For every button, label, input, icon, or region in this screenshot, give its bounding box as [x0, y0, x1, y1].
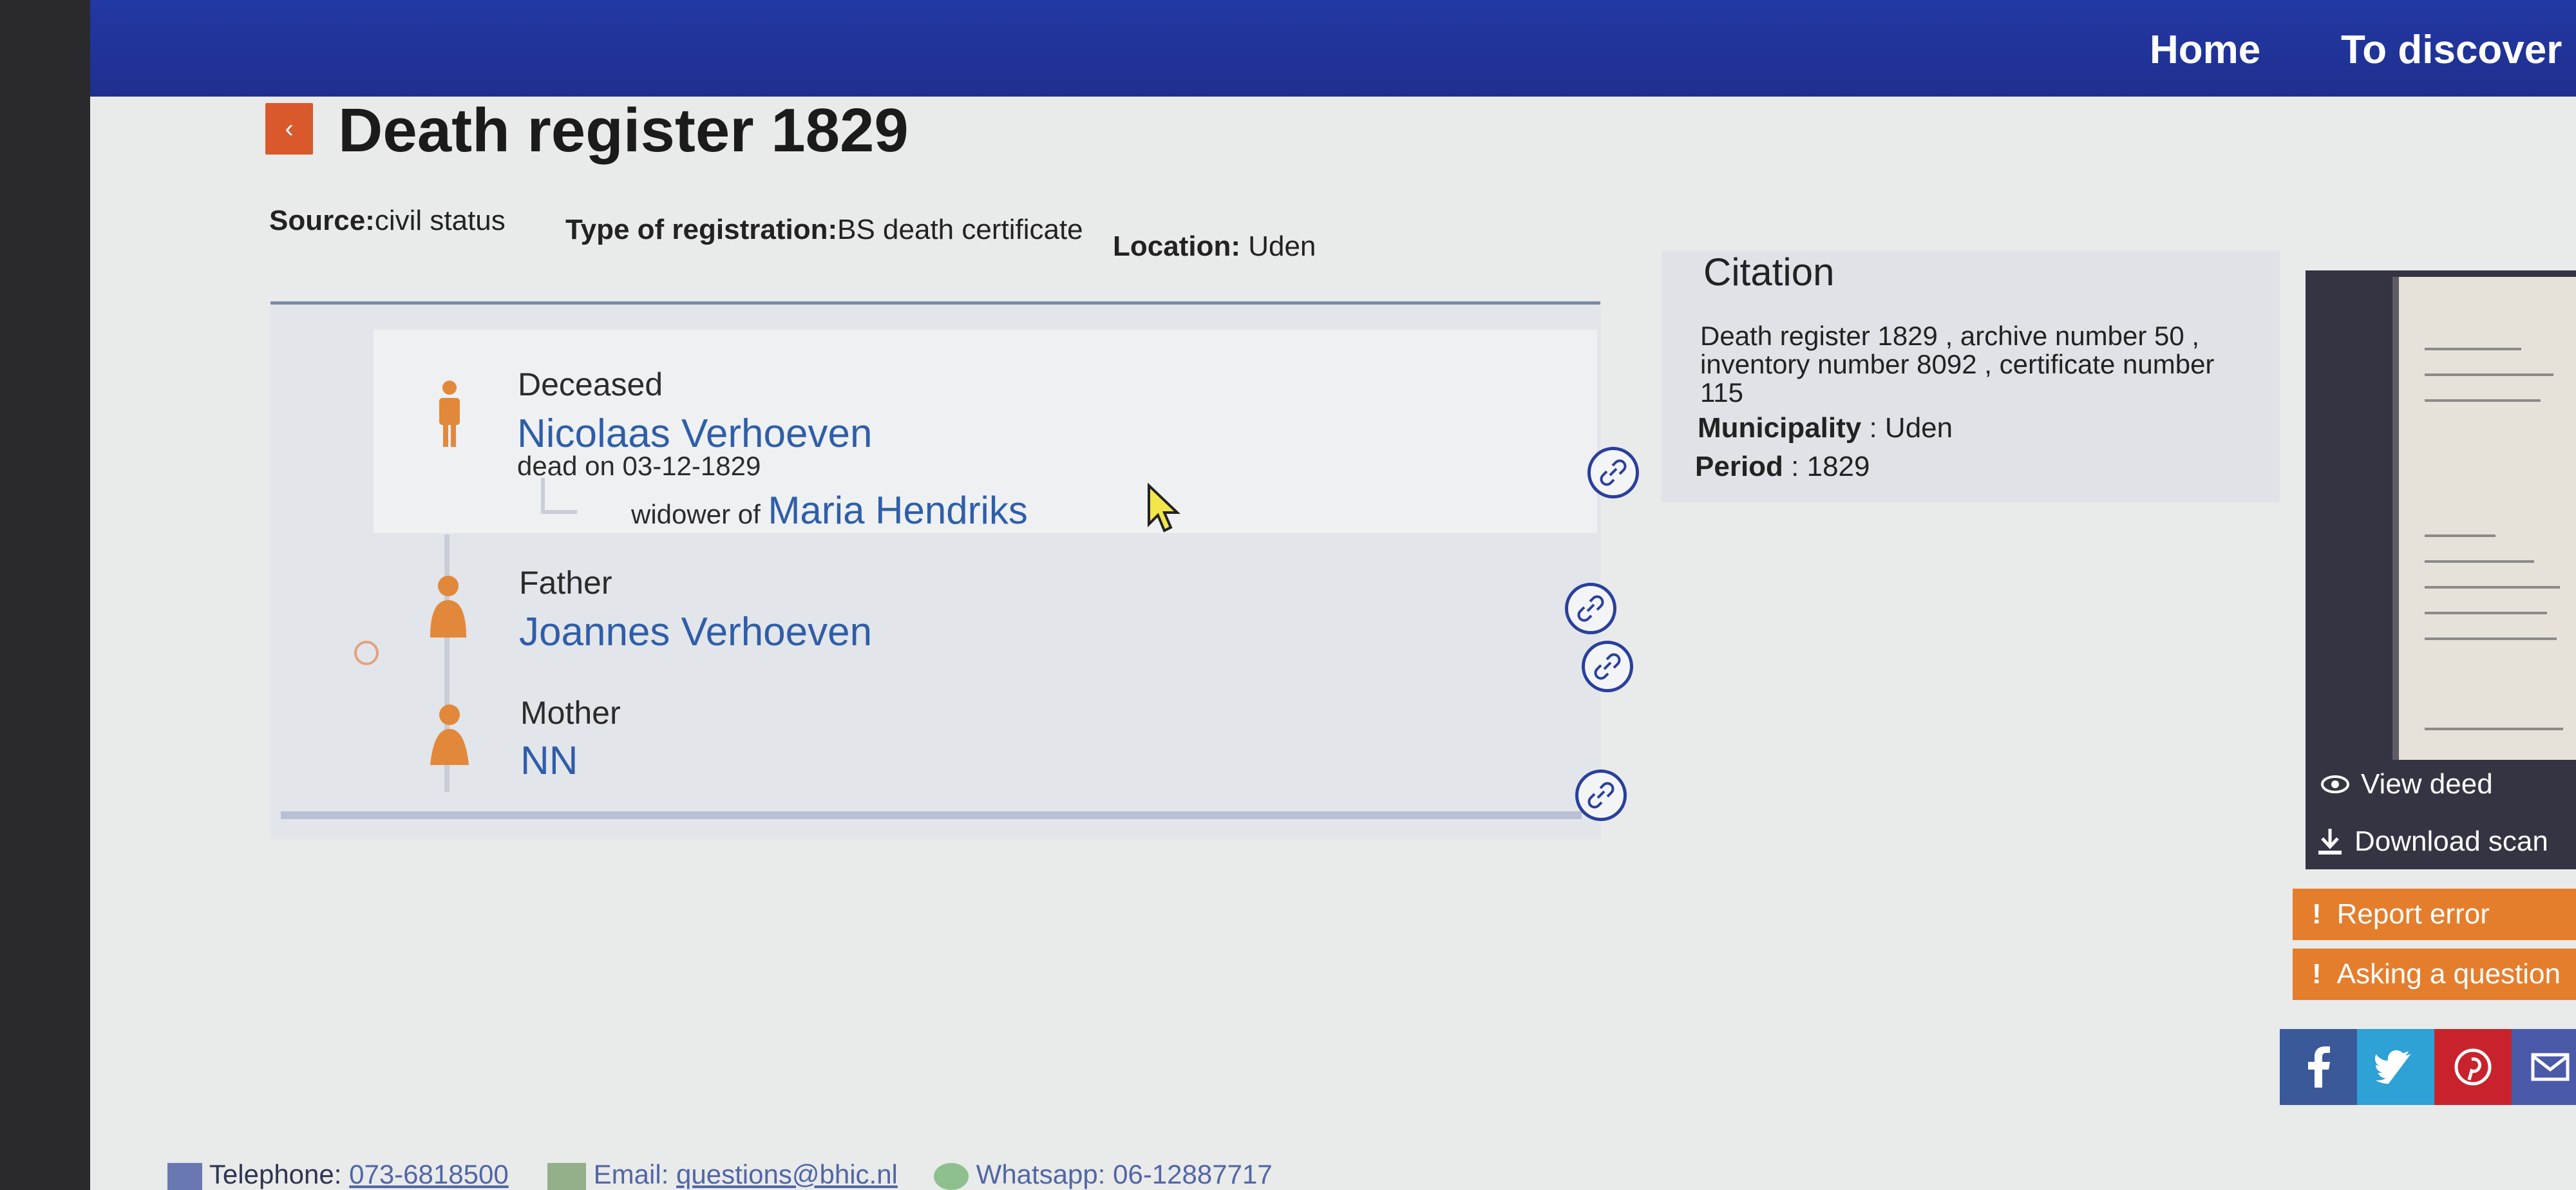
email-link[interactable]: questions@bhic.nl: [676, 1159, 898, 1189]
footer-telephone: Telephone: 073-6818500: [167, 1159, 509, 1190]
father-link-button[interactable]: [1565, 583, 1616, 634]
mother-person-icon: [430, 704, 469, 765]
download-icon: [2318, 829, 2342, 855]
panel-divider: [281, 811, 1582, 819]
small-circle-icon: [354, 641, 379, 665]
location-meta: Location: Uden: [1113, 231, 1316, 262]
male-person-icon: [439, 381, 460, 447]
citation-period: Period : 1829: [1695, 451, 1870, 482]
spouse-name-link[interactable]: Maria Hendriks: [768, 489, 1027, 532]
whatsapp-icon: [934, 1162, 969, 1190]
mouse-cursor-icon: [1148, 483, 1180, 533]
father-link-button-secondary[interactable]: [1582, 641, 1633, 692]
exclamation-icon: !: [2312, 898, 2322, 930]
telephone-link[interactable]: 073-6818500: [349, 1159, 509, 1189]
link-icon: [1587, 782, 1615, 809]
link-icon: [1594, 653, 1621, 680]
type-meta: Type of registration:BS death certificat…: [565, 214, 1083, 245]
link-icon: [1577, 595, 1604, 622]
citation-municipality: Municipality : Uden: [1698, 412, 1953, 444]
pinterest-share-button[interactable]: [2434, 1029, 2512, 1105]
email-icon: [547, 1162, 586, 1190]
deceased-name-link[interactable]: Nicolaas Verhoeven: [517, 411, 872, 457]
pinterest-icon: [2454, 1048, 2492, 1086]
eye-icon: [2321, 775, 2349, 793]
mother-name-link[interactable]: NN: [520, 738, 578, 784]
chevron-left-icon: ‹: [285, 114, 294, 143]
back-button[interactable]: ‹: [265, 103, 313, 155]
browser-viewport: Home To discover ‹ Death register 1829 S…: [90, 0, 2576, 1190]
deceased-role-label: Deceased: [518, 366, 663, 402]
deceased-link-button[interactable]: [1587, 447, 1639, 498]
download-scan-button[interactable]: Download scan: [2317, 826, 2548, 858]
widower-relation: widower of Maria Hendriks: [631, 489, 1028, 532]
view-deed-button[interactable]: View deed: [2321, 768, 2493, 800]
mother-role-label: Mother: [520, 695, 621, 731]
father-name-link[interactable]: Joannes Verhoeven: [519, 609, 872, 655]
mail-icon: [2531, 1053, 2570, 1081]
source-meta: Source:civil status: [269, 205, 506, 236]
twitter-icon: [2375, 1050, 2411, 1084]
mother-link-button[interactable]: [1575, 770, 1627, 821]
footer-whatsapp: Whatsapp: 06-12887717: [934, 1159, 1273, 1190]
top-navigation: Home To discover: [90, 0, 2576, 97]
email-share-button[interactable]: [2512, 1029, 2576, 1105]
facebook-icon: [2308, 1046, 2330, 1088]
report-error-button[interactable]: ! Report error: [2293, 889, 2576, 940]
father-role-label: Father: [519, 565, 612, 601]
ask-question-button[interactable]: ! Asking a question: [2293, 949, 2576, 1000]
nav-home-link[interactable]: Home: [2150, 27, 2260, 73]
scan-thumbnail[interactable]: [2392, 277, 2576, 760]
whatsapp-link[interactable]: 06-12887717: [1113, 1159, 1273, 1189]
father-person-icon: [430, 576, 466, 638]
nav-discover-link[interactable]: To discover: [2341, 27, 2562, 73]
page-title: Death register 1829: [338, 96, 909, 165]
citation-title: Citation: [1703, 250, 1835, 294]
death-date-text: dead on 03-12-1829: [517, 451, 761, 481]
relation-connector: [541, 478, 577, 514]
phone-icon: [167, 1162, 202, 1190]
footer-email: Email: questions@bhic.nl: [547, 1159, 898, 1190]
facebook-share-button[interactable]: [2280, 1029, 2357, 1105]
citation-text: Death register 1829 , archive number 50 …: [1700, 321, 2215, 408]
twitter-share-button[interactable]: [2357, 1029, 2434, 1105]
link-icon: [1600, 459, 1627, 486]
exclamation-icon: !: [2312, 958, 2322, 990]
